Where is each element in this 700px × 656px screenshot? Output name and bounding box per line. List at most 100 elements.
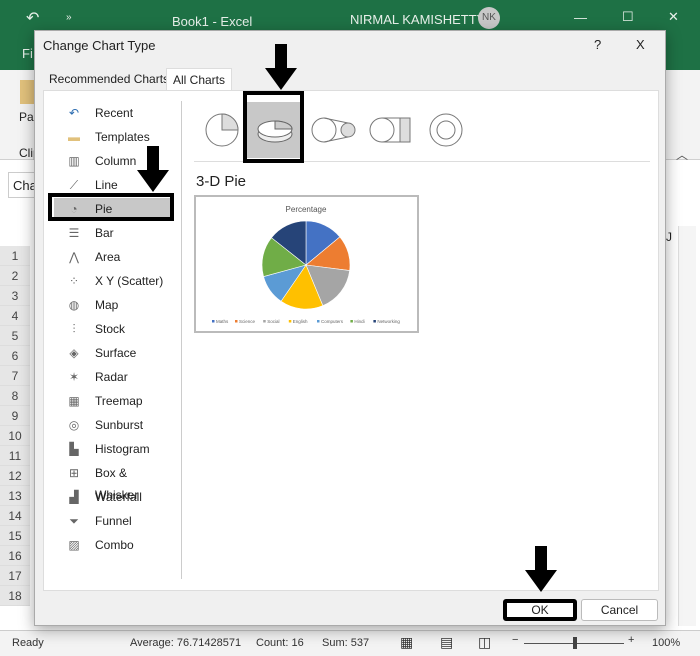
doughnut-icon[interactable] xyxy=(426,110,466,150)
chart-type-stock[interactable]: ⫶ Stock xyxy=(54,318,172,340)
row-header[interactable]: 8 xyxy=(0,386,30,406)
box-whisker-icon: ⊞ xyxy=(68,466,80,480)
row-header[interactable]: 6 xyxy=(0,346,30,366)
status-average: Average: 76.71428571 xyxy=(130,637,242,649)
row-header[interactable]: 7 xyxy=(0,366,30,386)
dialog-title: Change Chart Type xyxy=(43,38,156,53)
arrow-down-icon xyxy=(525,546,557,592)
chart-type-map[interactable]: ◍ Map xyxy=(54,294,172,316)
chart-type-label: Column xyxy=(95,154,137,168)
treemap-icon: ▦ xyxy=(68,394,80,408)
chart-type-sunburst[interactable]: ◎ Sunburst xyxy=(54,414,172,436)
pie-of-pie-icon[interactable] xyxy=(310,112,358,148)
status-bar: Ready Average: 76.71428571 Count: 16 Sum… xyxy=(0,630,700,656)
highlight-box-3d-pie xyxy=(243,91,304,163)
row-header[interactable]: 18 xyxy=(0,586,30,606)
legend-label: Science xyxy=(239,319,256,324)
chart-type-waterfall[interactable]: ▟ Waterfall xyxy=(54,486,172,508)
normal-view-icon[interactable]: ▦ xyxy=(400,634,413,651)
chart-type-label: Templates xyxy=(95,130,150,144)
zoom-in-icon[interactable]: + xyxy=(628,634,634,646)
avatar[interactable]: NK xyxy=(478,7,500,29)
tab-all-charts[interactable]: All Charts xyxy=(166,68,233,92)
page-break-icon[interactable]: ◫ xyxy=(478,634,491,651)
chart-type-histogram[interactable]: ▙ Histogram xyxy=(54,438,172,460)
column-header-j: J xyxy=(666,230,672,244)
chart-type-label: Combo xyxy=(95,538,134,552)
surface-chart-icon: ◈ xyxy=(69,346,79,360)
chart-preview[interactable]: Percentage Maths Science Social English Comp… xyxy=(194,195,419,333)
chart-type-label: Stock xyxy=(95,322,126,336)
minimize-icon[interactable]: — xyxy=(574,10,587,25)
row-header[interactable]: 4 xyxy=(0,306,30,326)
row-header[interactable]: 11 xyxy=(0,446,30,466)
chart-type-label: Radar xyxy=(95,370,128,384)
chart-type-label: Recent xyxy=(95,106,134,120)
row-header[interactable]: 5 xyxy=(0,326,30,346)
row-header[interactable]: 9 xyxy=(0,406,30,426)
row-header[interactable]: 1 xyxy=(0,246,30,266)
chart-type-box-whisker[interactable]: ⊞ Box & Whisker xyxy=(54,462,172,502)
subtype-gallery xyxy=(194,100,474,158)
funnel-icon: ⏷ xyxy=(69,514,79,528)
chart-type-combo[interactable]: ▨ Combo xyxy=(54,534,172,556)
chart-type-label: Map xyxy=(95,298,119,312)
legend-marker xyxy=(212,320,215,323)
user-name: NIRMAL KAMISHETTY xyxy=(350,12,486,27)
tab-recommended-charts[interactable]: Recommended Charts xyxy=(43,68,175,91)
chart-type-area[interactable]: ⋀ Area xyxy=(54,246,172,268)
map-chart-icon: ◍ xyxy=(68,298,80,312)
chart-type-treemap[interactable]: ▦ Treemap xyxy=(54,390,172,412)
folder-icon: ▬ xyxy=(68,130,80,144)
cancel-button[interactable]: Cancel xyxy=(581,599,658,621)
chart-type-label: Area xyxy=(95,250,121,264)
legend-marker xyxy=(317,320,320,323)
row-header[interactable]: 3 xyxy=(0,286,30,306)
help-button[interactable]: ? xyxy=(594,37,601,52)
row-header[interactable]: 10 xyxy=(0,426,30,446)
bar-chart-icon: ☰ xyxy=(68,226,80,240)
row-header[interactable]: 2 xyxy=(0,266,30,286)
legend-marker xyxy=(288,320,292,323)
chart-type-x-y-scatter[interactable]: ⁘ X Y (Scatter) xyxy=(54,270,172,292)
legend-label: Hindi xyxy=(354,319,364,324)
pie-subtype-icon[interactable] xyxy=(202,110,242,150)
zoom-slider-thumb[interactable] xyxy=(573,637,577,649)
legend-label: English xyxy=(293,319,308,324)
close-button[interactable]: X xyxy=(636,37,645,52)
window-title: Book1 - Excel xyxy=(172,14,253,29)
combo-chart-icon: ▨ xyxy=(68,538,80,552)
zoom-out-icon[interactable]: − xyxy=(512,634,518,646)
chart-type-label: Treemap xyxy=(95,394,143,408)
sunburst-icon: ◎ xyxy=(68,418,80,432)
status-ready: Ready xyxy=(12,637,44,649)
chart-type-funnel[interactable]: ⏷ Funnel xyxy=(54,510,172,532)
bar-of-pie-icon[interactable] xyxy=(368,112,416,148)
legend-marker xyxy=(350,320,353,323)
row-header[interactable]: 14 xyxy=(0,506,30,526)
row-header[interactable]: 13 xyxy=(0,486,30,506)
chart-type-radar[interactable]: ✶ Radar xyxy=(54,366,172,388)
column-chart-icon: ▥ xyxy=(68,154,80,168)
file-tab[interactable]: Fi xyxy=(22,46,33,61)
maximize-icon[interactable]: ☐ xyxy=(622,9,634,25)
row-header[interactable]: 12 xyxy=(0,466,30,486)
row-header[interactable]: 16 xyxy=(0,546,30,566)
undo-icon[interactable]: ↶ xyxy=(26,8,39,28)
row-header[interactable]: 15 xyxy=(0,526,30,546)
line-chart-icon: ⟋ xyxy=(69,178,79,192)
vertical-scrollbar[interactable] xyxy=(678,226,696,626)
waterfall-icon: ▟ xyxy=(69,490,79,504)
legend-label: Computers xyxy=(321,319,344,324)
chart-type-templates[interactable]: ▬ Templates xyxy=(54,126,172,148)
chart-type-surface[interactable]: ◈ Surface xyxy=(54,342,172,364)
stock-chart-icon: ⫶ xyxy=(72,322,76,336)
page-layout-icon[interactable]: ▤ xyxy=(440,634,453,651)
row-header[interactable]: 17 xyxy=(0,566,30,586)
chart-type-recent[interactable]: ↶ Recent xyxy=(54,102,172,124)
ok-button[interactable]: OK xyxy=(503,599,577,621)
close-window-icon[interactable]: ✕ xyxy=(668,9,679,25)
more-commands-icon[interactable]: » xyxy=(66,12,72,23)
legend-label: Maths xyxy=(216,319,229,324)
chart-type-bar[interactable]: ☰ Bar xyxy=(54,222,172,244)
